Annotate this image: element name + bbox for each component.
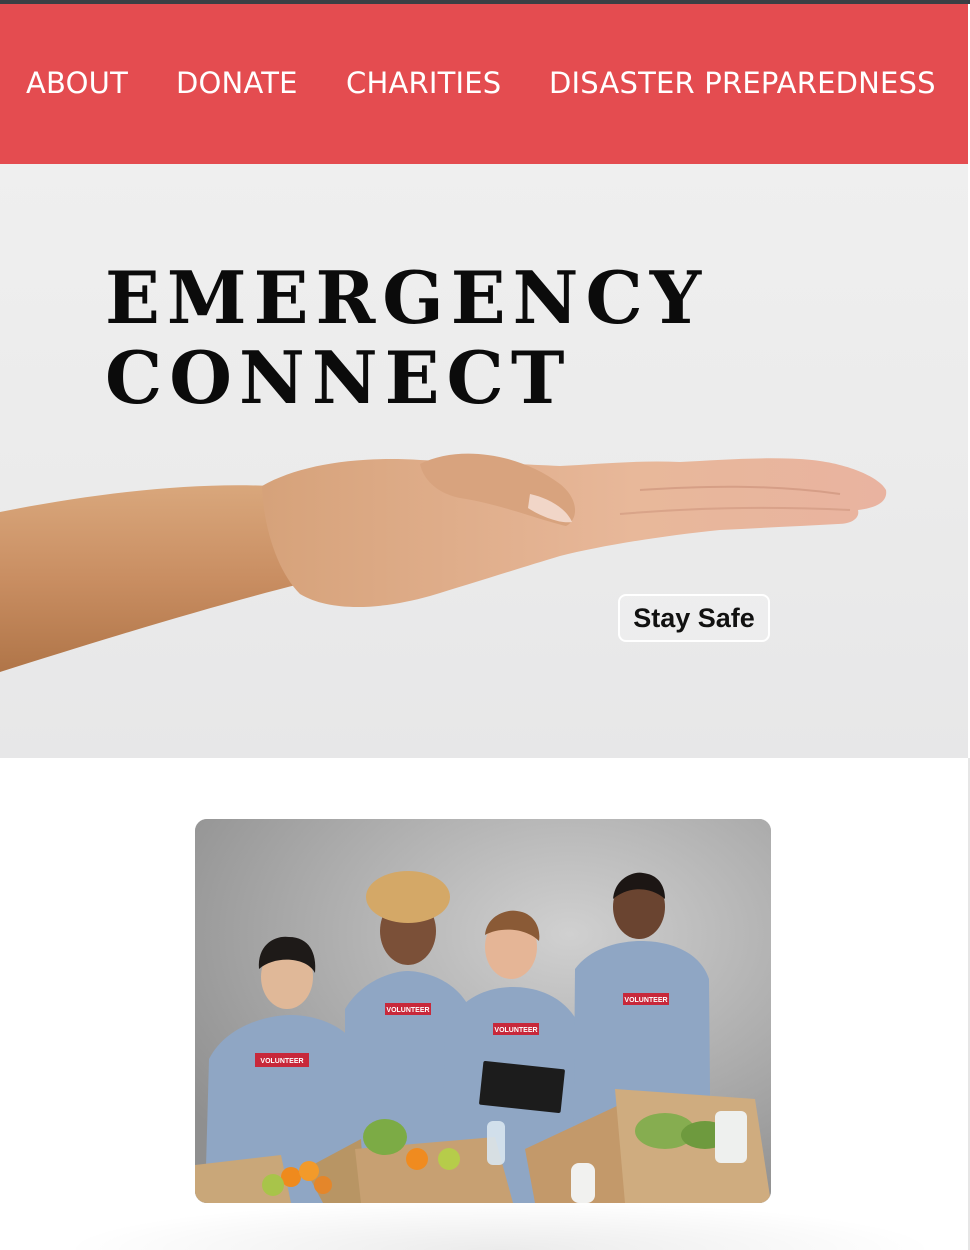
svg-text:VOLUNTEER: VOLUNTEER xyxy=(260,1058,303,1065)
svg-text:VOLUNTEER: VOLUNTEER xyxy=(386,1007,429,1014)
volunteers-illustration: VOLUNTEER VOLUNTEER VOLUNTEER VOLUNTEER xyxy=(195,819,771,1203)
stay-safe-button[interactable]: Stay Safe xyxy=(618,594,770,642)
hero-banner: EMERGENCY CONNECT Stay Safe xyxy=(0,164,968,758)
footer-shadow xyxy=(60,1200,940,1250)
open-hand-image xyxy=(0,453,887,672)
volunteers-photo: VOLUNTEER VOLUNTEER VOLUNTEER VOLUNTEER xyxy=(195,819,771,1203)
svg-text:VOLUNTEER: VOLUNTEER xyxy=(624,997,667,1004)
title-line-2: CONNECT xyxy=(105,335,572,420)
nav-about[interactable]: ABOUT xyxy=(26,66,128,100)
page: ABOUT DONATE CHARITIES DISASTER PREPARED… xyxy=(0,0,970,1250)
title-line-1: EMERGENCY xyxy=(105,255,709,340)
nav-donate[interactable]: DONATE xyxy=(176,66,298,100)
site-title: EMERGENCY CONNECT xyxy=(105,258,708,418)
nav-disaster-preparedness[interactable]: DISASTER PREPAREDNESS xyxy=(549,66,936,100)
main-navbar: ABOUT DONATE CHARITIES DISASTER PREPARED… xyxy=(0,4,968,164)
nav-charities[interactable]: CHARITIES xyxy=(346,66,501,100)
svg-text:VOLUNTEER: VOLUNTEER xyxy=(494,1027,537,1034)
